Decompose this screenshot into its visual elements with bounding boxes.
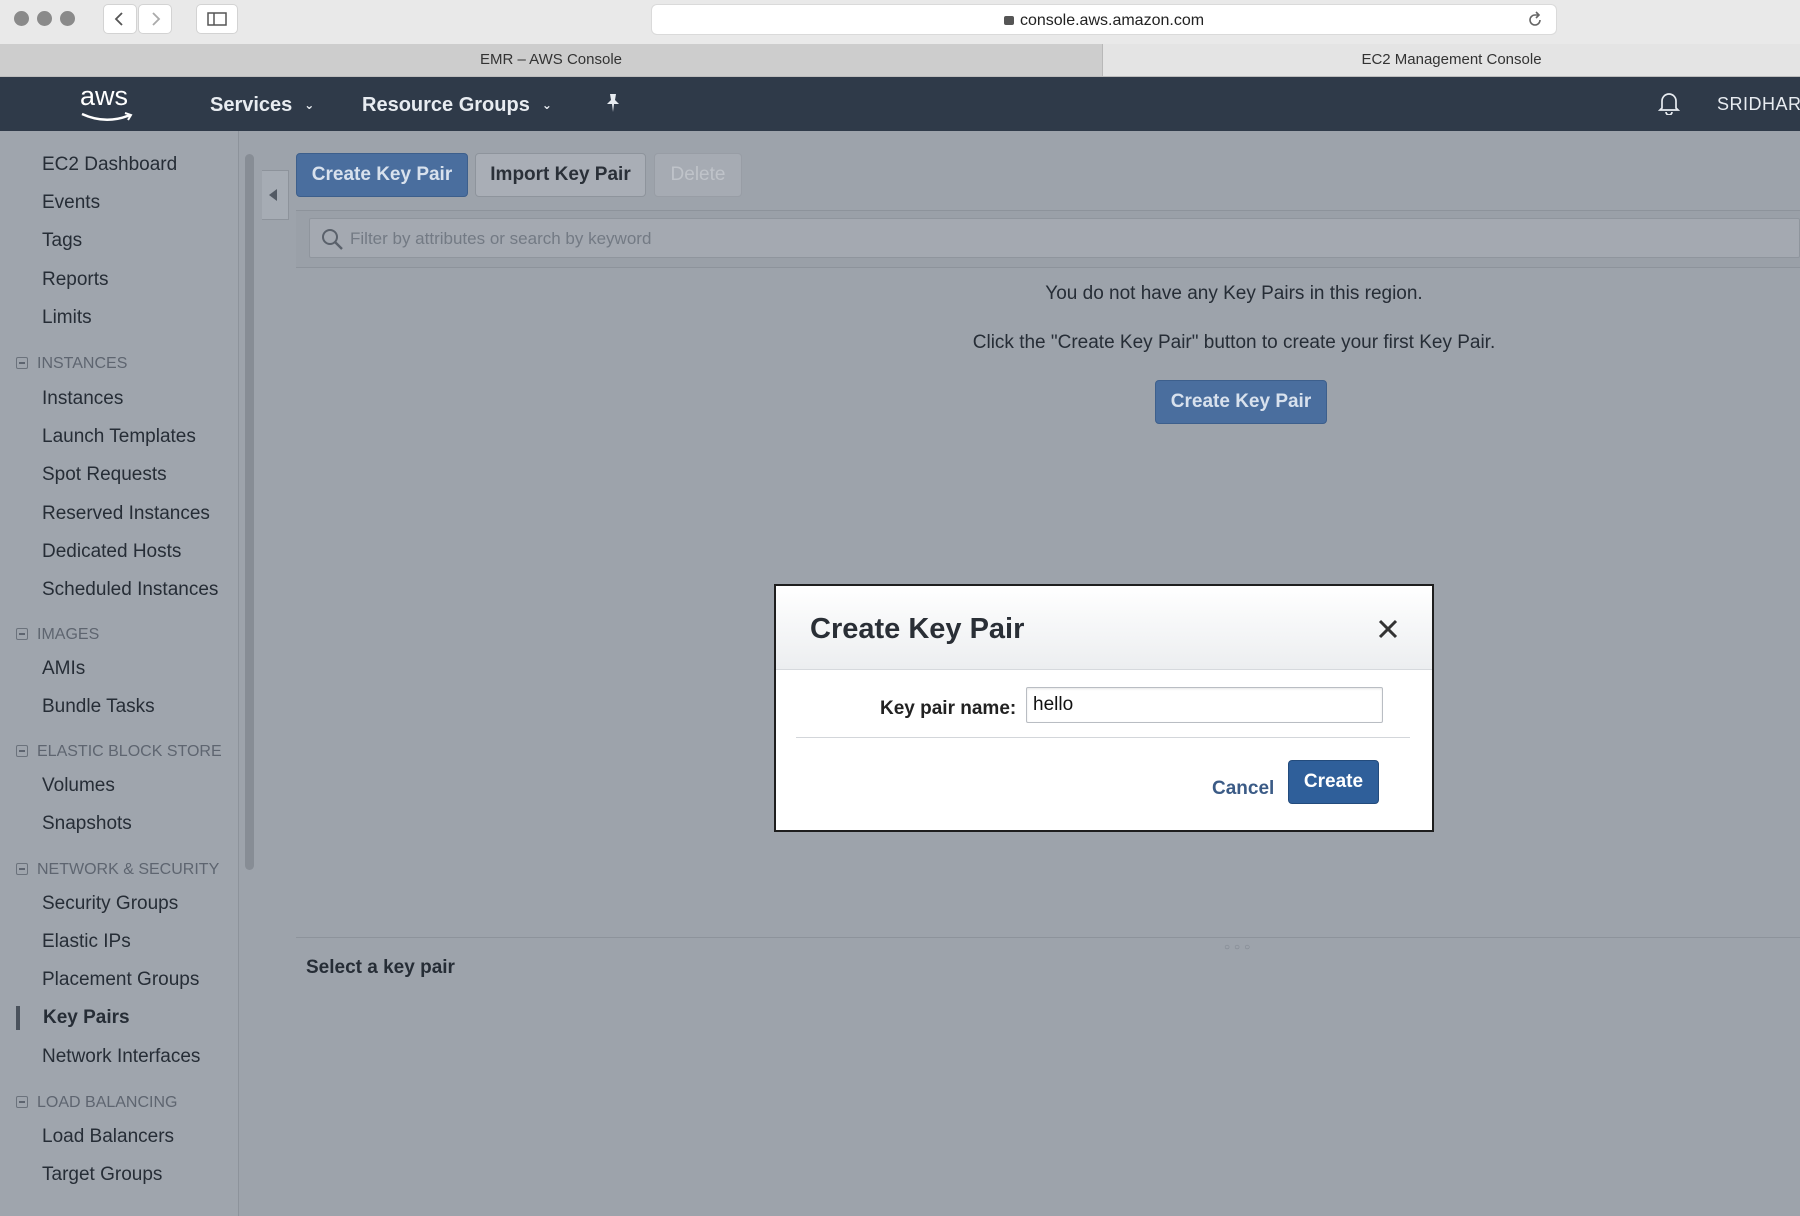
chevron-right-icon <box>152 12 161 26</box>
bell-icon[interactable] <box>1658 91 1680 115</box>
services-label: Services <box>210 94 293 116</box>
user-account-menu[interactable]: SRIDHAR <box>1717 94 1800 115</box>
chevron-down-icon: ⌄ <box>304 98 315 112</box>
sidebar-section-network-security[interactable]: NETWORK & SECURITY <box>16 861 219 879</box>
sidebar-item-limits[interactable]: Limits <box>42 307 92 329</box>
resource-groups-menu[interactable]: Resource Groups ⌄ <box>362 94 552 117</box>
aws-top-nav: aws Services ⌄ Resource Groups ⌄ SRIDHAR <box>0 77 1800 131</box>
create-key-pair-dialog: Create Key Pair Key pair name: Cancel Cr… <box>774 584 1434 832</box>
back-button[interactable] <box>103 4 137 34</box>
sidebar-icon <box>207 12 227 26</box>
resource-groups-label: Resource Groups <box>362 94 530 116</box>
sidebar-section-load-balancing[interactable]: LOAD BALANCING <box>16 1094 177 1112</box>
browser-toolbar: console.aws.amazon.com <box>0 0 1800 45</box>
address-bar[interactable]: console.aws.amazon.com <box>651 4 1557 35</box>
search-input[interactable]: Filter by attributes or search by keywor… <box>309 218 1800 258</box>
section-title: LOAD BALANCING <box>37 1094 178 1111</box>
create-key-pair-button-center[interactable]: Create Key Pair <box>1155 380 1327 424</box>
empty-state-hint: Click the "Create Key Pair" button to cr… <box>972 332 1496 353</box>
resize-handle-icon[interactable]: ○○○ <box>1224 942 1254 953</box>
sidebar-item-target-groups[interactable]: Target Groups <box>42 1164 162 1186</box>
sidebar-item-volumes[interactable]: Volumes <box>42 775 115 797</box>
tab-ec2[interactable]: EC2 Management Console <box>1103 44 1800 76</box>
collapse-icon <box>16 1096 28 1108</box>
search-icon <box>322 229 343 250</box>
sidebar-item-key-pairs[interactable]: Key Pairs <box>43 1007 130 1029</box>
url-text: console.aws.amazon.com <box>1019 12 1205 29</box>
chevron-left-icon <box>114 12 123 26</box>
close-window-button[interactable] <box>14 11 29 26</box>
dialog-header: Create Key Pair <box>776 586 1432 670</box>
sidebar-scrollbar[interactable] <box>245 154 254 870</box>
lock-icon <box>1003 16 1014 25</box>
section-title: ELASTIC BLOCK STORE <box>37 743 222 760</box>
aws-logo[interactable]: aws <box>80 81 128 112</box>
sidebar-item-launch-templates[interactable]: Launch Templates <box>42 426 196 448</box>
sidebar-item-snapshots[interactable]: Snapshots <box>42 813 132 835</box>
services-menu[interactable]: Services ⌄ <box>210 94 314 117</box>
sidebar-item-reserved-instances[interactable]: Reserved Instances <box>42 503 210 525</box>
chevron-left-icon <box>269 189 277 201</box>
browser-tabs: EMR – AWS Console EC2 Management Console <box>0 44 1800 77</box>
active-indicator <box>16 1006 20 1030</box>
sidebar-item-instances[interactable]: Instances <box>42 388 123 410</box>
empty-state-message: You do not have any Key Pairs in this re… <box>1045 283 1423 304</box>
sidebar-section-elastic-block-store[interactable]: ELASTIC BLOCK STORE <box>16 743 222 761</box>
collapse-icon <box>16 863 28 875</box>
sidebar-collapse-toggle[interactable] <box>262 170 289 220</box>
delete-button: Delete <box>654 153 742 197</box>
section-title: INSTANCES <box>37 355 128 372</box>
section-title: IMAGES <box>37 626 100 643</box>
sidebar-item-security-groups[interactable]: Security Groups <box>42 893 178 915</box>
create-button[interactable]: Create <box>1288 760 1379 804</box>
pin-icon[interactable] <box>603 92 623 114</box>
chevron-down-icon: ⌄ <box>541 98 552 112</box>
sidebar-item-load-balancers[interactable]: Load Balancers <box>42 1126 174 1148</box>
split-divider[interactable] <box>296 937 1800 938</box>
sidebar-item-tags[interactable]: Tags <box>42 230 82 252</box>
sidebar-item-network-interfaces[interactable]: Network Interfaces <box>42 1046 200 1068</box>
dialog-title: Create Key Pair <box>810 613 1025 645</box>
sidebar-item-ec2-dashboard[interactable]: EC2 Dashboard <box>42 154 177 176</box>
window-controls <box>14 11 75 26</box>
sidebar-divider <box>238 131 239 1216</box>
import-key-pair-button[interactable]: Import Key Pair <box>475 153 646 197</box>
sidebar-item-reports[interactable]: Reports <box>42 269 109 291</box>
search-placeholder: Filter by attributes or search by keywor… <box>350 229 652 248</box>
sidebar-item-scheduled-instances[interactable]: Scheduled Instances <box>42 579 218 601</box>
forward-button[interactable] <box>138 4 172 34</box>
key-pair-name-input[interactable] <box>1026 687 1383 723</box>
sidebar-item-amis[interactable]: AMIs <box>42 658 85 680</box>
create-key-pair-button[interactable]: Create Key Pair <box>296 153 468 197</box>
sidebar-toggle-button[interactable] <box>196 4 238 34</box>
sidebar-item-bundle-tasks[interactable]: Bundle Tasks <box>42 696 155 718</box>
collapse-icon <box>16 628 28 640</box>
sidebar-item-placement-groups[interactable]: Placement Groups <box>42 969 199 991</box>
sidebar-item-dedicated-hosts[interactable]: Dedicated Hosts <box>42 541 181 563</box>
key-pair-name-label: Key pair name: <box>880 698 1017 719</box>
sidebar-item-events[interactable]: Events <box>42 192 100 214</box>
reload-icon[interactable] <box>1526 11 1544 29</box>
tab-emr[interactable]: EMR – AWS Console <box>0 44 1103 76</box>
cancel-button[interactable]: Cancel <box>1212 778 1274 800</box>
aws-smile-icon <box>81 112 133 121</box>
section-title: NETWORK & SECURITY <box>37 861 220 878</box>
detail-pane-title: Select a key pair <box>306 957 455 978</box>
minimize-window-button[interactable] <box>37 11 52 26</box>
close-icon[interactable] <box>1378 619 1398 639</box>
sidebar-section-instances[interactable]: INSTANCES <box>16 355 127 373</box>
collapse-icon <box>16 357 28 369</box>
dialog-divider <box>796 737 1410 738</box>
zoom-window-button[interactable] <box>60 11 75 26</box>
sidebar-section-images[interactable]: IMAGES <box>16 626 99 644</box>
filter-bar: Filter by attributes or search by keywor… <box>296 210 1800 268</box>
collapse-icon <box>16 745 28 757</box>
sidebar-item-elastic-ips[interactable]: Elastic IPs <box>42 931 131 953</box>
sidebar-item-spot-requests[interactable]: Spot Requests <box>42 464 167 486</box>
